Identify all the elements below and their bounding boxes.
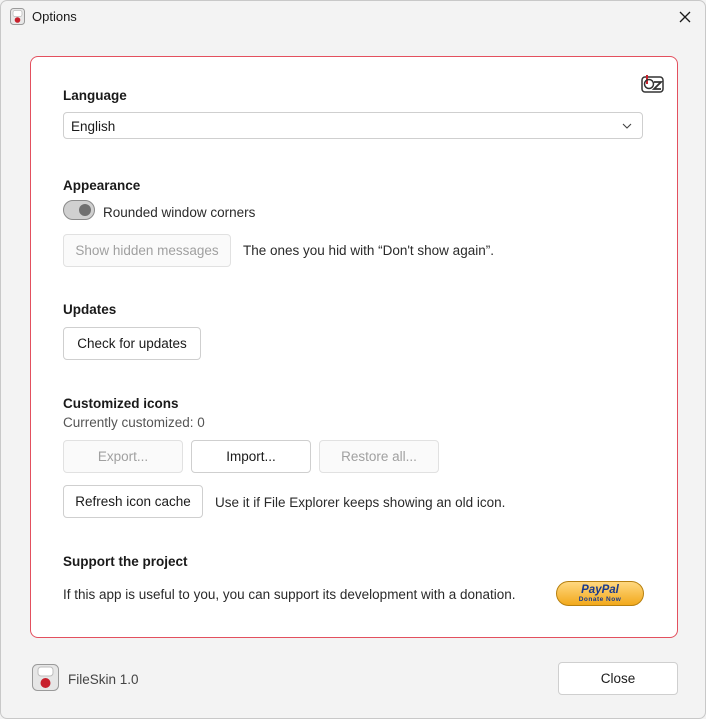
- title-bar: Options: [1, 1, 705, 33]
- paypal-logo-text: PayPal: [557, 584, 643, 596]
- app-version-label: FileSkin 1.0: [68, 672, 139, 687]
- language-heading: Language: [63, 88, 127, 103]
- show-hidden-messages-button[interactable]: Show hidden messages: [63, 234, 231, 267]
- restore-all-button[interactable]: Restore all...: [319, 440, 439, 473]
- window-close-button[interactable]: [673, 5, 697, 29]
- support-text: If this app is useful to you, you can su…: [63, 587, 516, 602]
- refresh-cache-hint: Use it if File Explorer keeps showing an…: [215, 495, 505, 510]
- support-heading: Support the project: [63, 554, 188, 569]
- close-button[interactable]: Close: [558, 662, 678, 695]
- refresh-icon-cache-button[interactable]: Refresh icon cache: [63, 485, 203, 518]
- customized-icons-heading: Customized icons: [63, 396, 179, 411]
- options-panel: Language English Appearance Rounded wind…: [30, 56, 678, 638]
- options-window: Options Language English Appearance Roun…: [0, 0, 706, 719]
- chevron-down-icon: [622, 121, 632, 131]
- import-button[interactable]: Import...: [191, 440, 311, 473]
- close-icon: [679, 11, 691, 23]
- toggle-knob: [79, 204, 91, 216]
- window-title: Options: [32, 9, 77, 24]
- language-select[interactable]: English: [63, 112, 643, 139]
- check-for-updates-button[interactable]: Check for updates: [63, 327, 201, 360]
- fileskin-app-icon: [32, 664, 59, 691]
- updates-heading: Updates: [63, 302, 116, 317]
- customized-count: Currently customized: 0: [63, 415, 205, 430]
- export-button[interactable]: Export...: [63, 440, 183, 473]
- fileskin-app-icon: [10, 8, 25, 25]
- show-hidden-hint: The ones you hid with “Don't show again”…: [243, 243, 494, 258]
- fileskin-badge-icon: [641, 74, 665, 94]
- paypal-donate-text: Donate Now: [557, 596, 643, 604]
- paypal-donate-button[interactable]: PayPal Donate Now: [556, 581, 644, 606]
- rounded-corners-label: Rounded window corners: [103, 205, 255, 220]
- rounded-corners-toggle[interactable]: [63, 200, 95, 220]
- appearance-heading: Appearance: [63, 178, 140, 193]
- language-selected-value: English: [71, 119, 115, 134]
